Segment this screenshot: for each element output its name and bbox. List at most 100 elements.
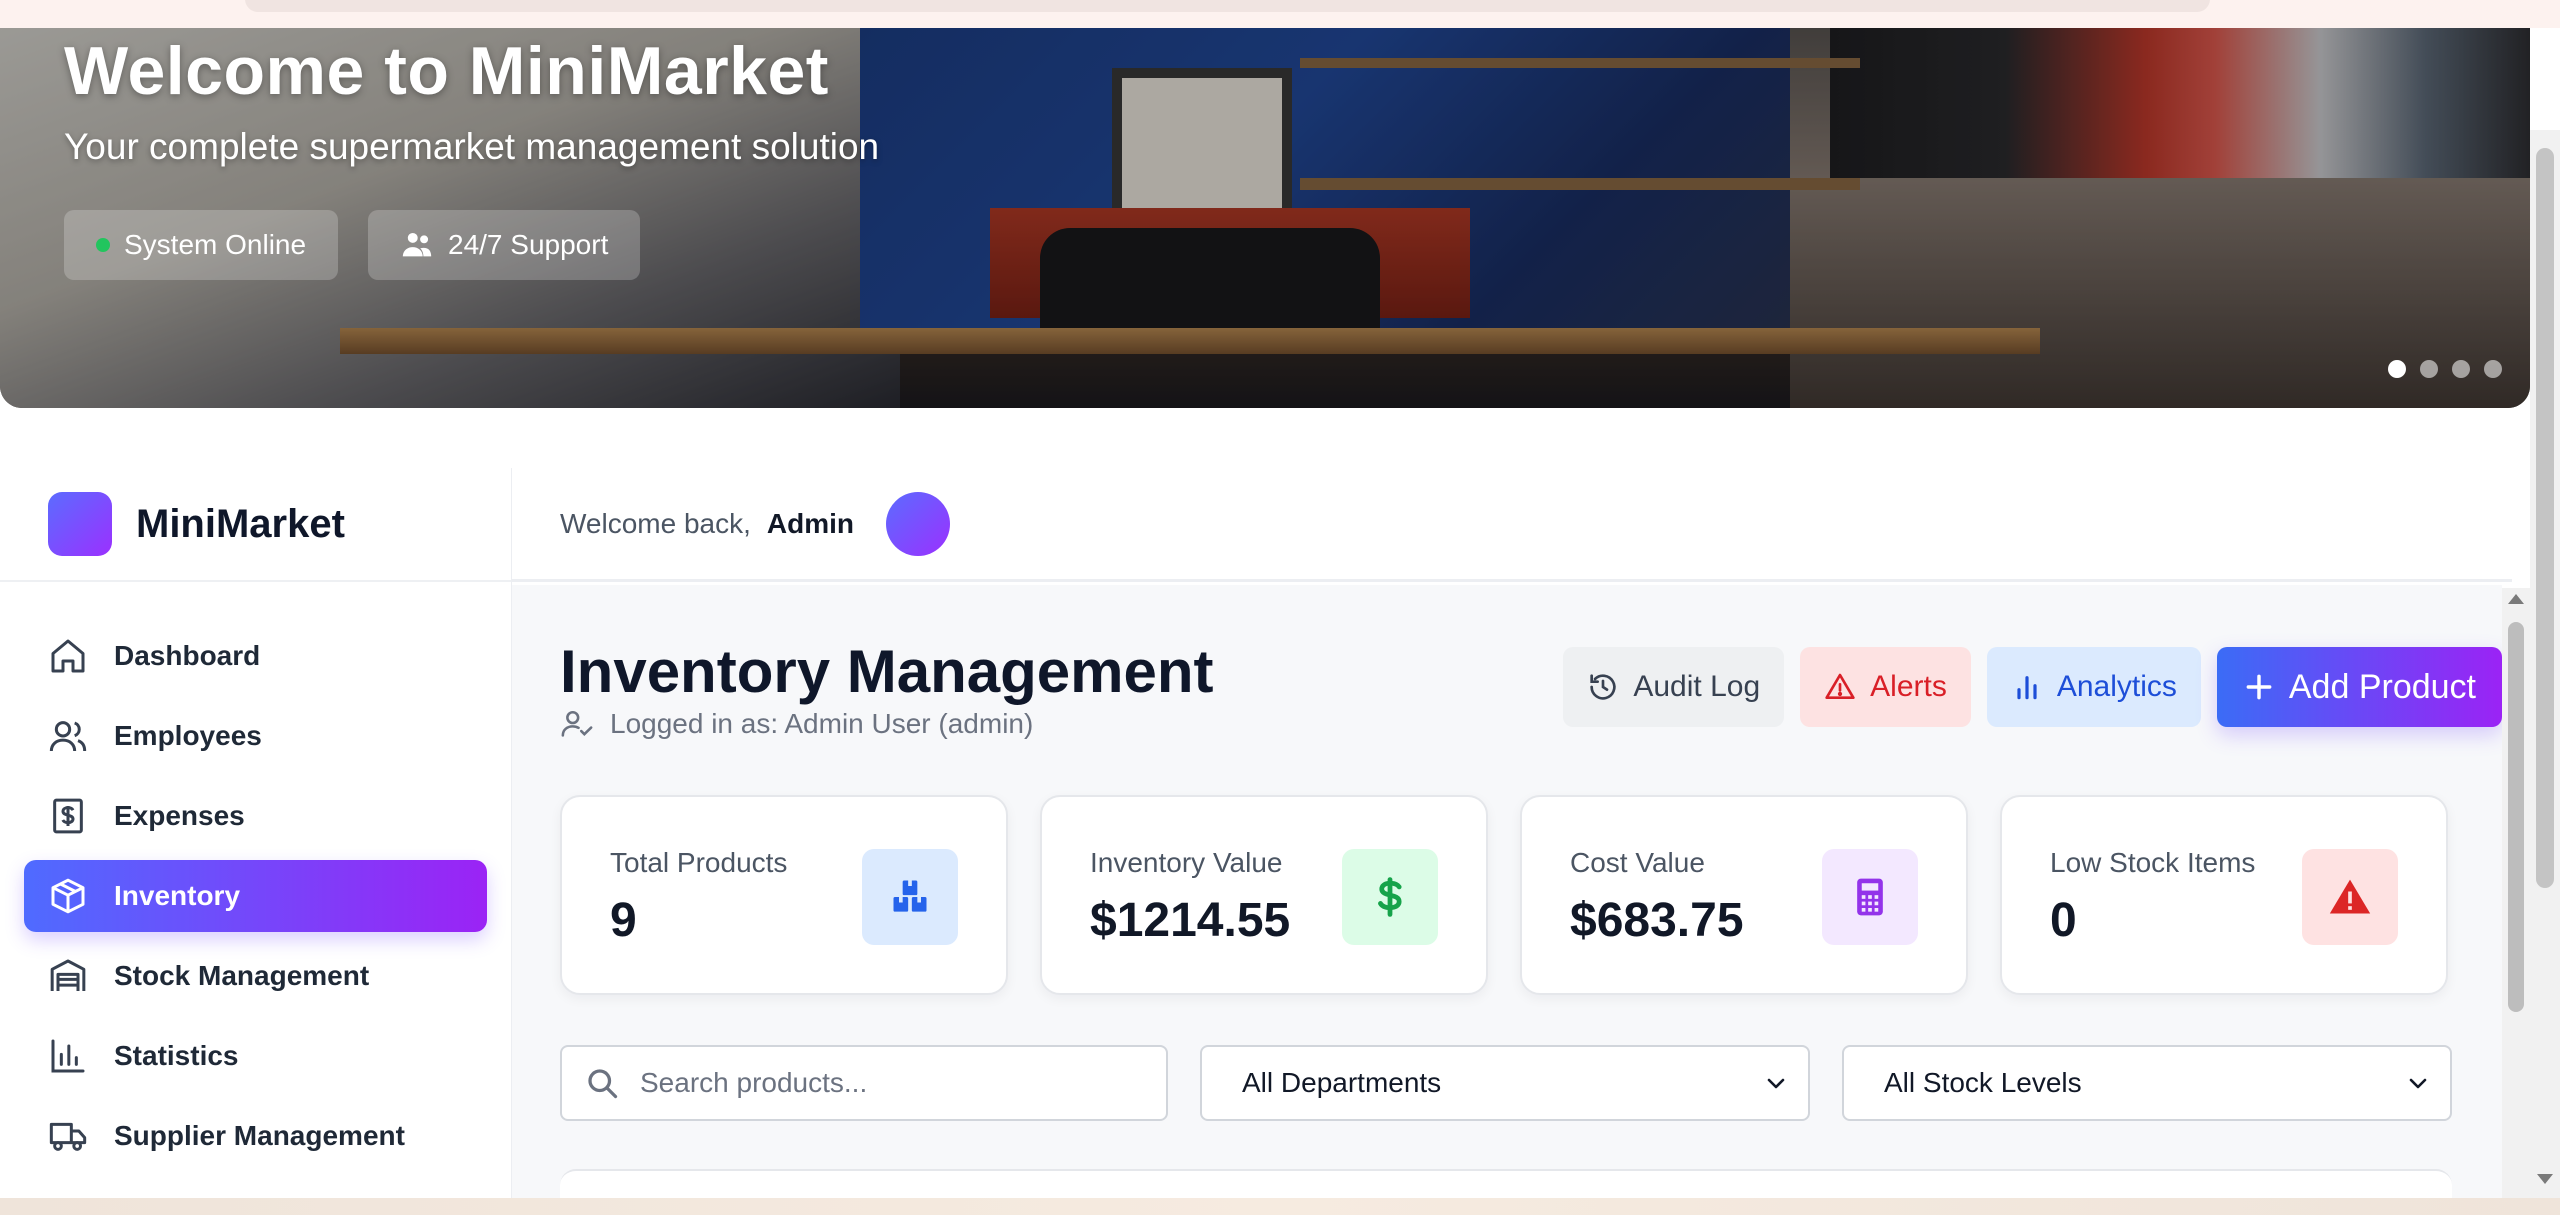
- stat-value: 0: [2050, 894, 2077, 947]
- current-user-name: Admin: [766, 507, 854, 539]
- sidebar-item-employees[interactable]: Employees: [24, 700, 487, 772]
- avatar[interactable]: [886, 491, 950, 556]
- dollar-icon: [1378, 877, 1402, 917]
- main-header: Welcome back, Admin: [512, 468, 2512, 582]
- content-scroll-thumb[interactable]: [2508, 622, 2524, 1012]
- bar-chart-icon: [51, 1039, 85, 1073]
- stat-icon-container: [862, 849, 958, 945]
- chevron-down-icon: [2409, 1078, 2427, 1089]
- page-scroll-thumb[interactable]: [2536, 148, 2554, 888]
- bottom-strip: [0, 1198, 2560, 1215]
- users-icon: [49, 721, 87, 752]
- stat-label: Low Stock Items: [2050, 847, 2256, 878]
- audit-log-button[interactable]: Audit Log: [1563, 647, 1785, 727]
- browser-top-strip: [0, 0, 2560, 28]
- page-title: Inventory Management: [560, 638, 1214, 705]
- receipt-icon: [53, 798, 83, 834]
- page-scrollbar[interactable]: [2530, 130, 2560, 1210]
- add-product-label: Add Product: [2288, 667, 2476, 706]
- add-product-button[interactable]: Add Product: [2216, 647, 2502, 727]
- sidebar-item-label: Inventory: [114, 880, 241, 911]
- hero-banner: Welcome to MiniMarket Your complete supe…: [0, 28, 2530, 408]
- carousel-dot[interactable]: [2388, 360, 2406, 378]
- sidebar-item-label: Employees: [114, 720, 262, 751]
- sidebar-item-label: Dashboard: [114, 640, 261, 671]
- stats-row: Total Products 9 Inventory Value $1214.5…: [560, 795, 2448, 995]
- stat-value: $1214.55: [1090, 894, 1291, 947]
- scroll-up-arrow-icon[interactable]: [2508, 594, 2524, 604]
- sidebar-item-expenses[interactable]: Expenses: [24, 780, 487, 852]
- stat-card-total-products: Total Products 9: [560, 795, 1008, 995]
- logged-in-label: Logged in as: Admin User (admin): [610, 708, 1034, 739]
- warehouse-icon: [50, 959, 86, 991]
- stat-value: 9: [610, 894, 637, 947]
- chevron-down-icon: [1767, 1078, 1785, 1089]
- audit-log-label: Audit Log: [1633, 670, 1761, 703]
- main-content: Inventory Management Logged in as: Admin…: [512, 585, 2502, 1215]
- sidebar-item-statistics[interactable]: Statistics: [24, 1020, 487, 1092]
- content-scrollbar[interactable]: [2502, 588, 2530, 1200]
- calculator-icon: [1857, 878, 1883, 916]
- warning-triangle-icon: [1825, 673, 1855, 699]
- stock-level-select[interactable]: All Stock Levels: [1842, 1045, 2452, 1121]
- user-check-icon: [561, 710, 593, 737]
- alerts-label: Alerts: [1870, 670, 1947, 703]
- analytics-label: Analytics: [2056, 670, 2177, 703]
- carousel-dot[interactable]: [2484, 360, 2502, 378]
- truck-icon: [49, 1122, 87, 1151]
- carousel-dots: [2388, 360, 2502, 378]
- sidebar: MiniMarket Dashboard Employees Expenses …: [0, 468, 512, 1215]
- address-bar-edge: [245, 0, 2210, 12]
- sidebar-item-label: Statistics: [114, 1040, 239, 1071]
- chip-label: 24/7 Support: [448, 229, 609, 260]
- search-icon: [588, 1069, 618, 1099]
- hero-subtitle: Your complete supermarket management sol…: [64, 126, 880, 167]
- warning-icon: [2329, 879, 2371, 914]
- history-icon: [1590, 674, 1617, 700]
- sidebar-item-inventory[interactable]: Inventory: [24, 860, 487, 932]
- stat-label: Inventory Value: [1090, 847, 1283, 878]
- stat-label: Cost Value: [1570, 847, 1705, 878]
- welcome-text: Welcome back,: [560, 507, 751, 539]
- sidebar-item-label: Stock Management: [114, 960, 370, 991]
- brand[interactable]: MiniMarket: [0, 468, 511, 582]
- sidebar-nav: Dashboard Employees Expenses Inventory S…: [0, 582, 511, 1172]
- hero-title: Welcome to MiniMarket: [64, 33, 829, 109]
- alerts-button[interactable]: Alerts: [1800, 647, 1971, 727]
- page-actions: Audit Log Alerts Analytics Add Product: [1563, 647, 2502, 727]
- stat-label: Total Products: [610, 847, 788, 878]
- sidebar-item-supplier-management[interactable]: Supplier Management: [24, 1100, 487, 1172]
- department-select[interactable]: All Departments: [1200, 1045, 1810, 1121]
- bar-chart-icon: [2017, 676, 2037, 700]
- carousel-dot[interactable]: [2452, 360, 2470, 378]
- stat-card-cost-value: Cost Value $683.75: [1520, 795, 1968, 995]
- analytics-button[interactable]: Analytics: [1986, 647, 2201, 727]
- stat-card-inventory-value: Inventory Value $1214.55: [1040, 795, 1488, 995]
- scroll-down-arrow-icon[interactable]: [2537, 1174, 2553, 1184]
- boxes-icon: [893, 880, 927, 912]
- sidebar-item-label: Supplier Management: [114, 1120, 405, 1151]
- brand-logo-icon: [48, 492, 112, 556]
- carousel-dot[interactable]: [2420, 360, 2438, 378]
- stat-value: $683.75: [1570, 894, 1744, 947]
- chip-label: System Online: [124, 229, 307, 260]
- sidebar-item-label: Expenses: [114, 800, 245, 831]
- home-icon: [51, 639, 85, 673]
- sidebar-item-stock-management[interactable]: Stock Management: [24, 940, 487, 1012]
- sidebar-item-dashboard[interactable]: Dashboard: [24, 620, 487, 692]
- plus-icon: [2246, 674, 2272, 700]
- box-icon: [51, 878, 85, 914]
- search-input[interactable]: [640, 1067, 1140, 1099]
- stat-icon-container: [1822, 849, 1918, 945]
- department-select-value: All Departments: [1242, 1067, 1442, 1098]
- stat-card-low-stock: Low Stock Items 0: [2000, 795, 2448, 995]
- stat-icon-container: [1342, 849, 1438, 945]
- filters-row: All Departments All Stock Levels: [560, 1045, 2452, 1121]
- users-icon: [402, 232, 432, 257]
- search-field[interactable]: [560, 1045, 1168, 1121]
- brand-name: MiniMarket: [136, 501, 345, 546]
- support-chip: 24/7 Support: [368, 210, 641, 280]
- system-online-chip: System Online: [64, 210, 339, 280]
- logged-in-info: Logged in as: Admin User (admin): [560, 707, 1033, 741]
- stock-level-select-value: All Stock Levels: [1884, 1067, 2082, 1098]
